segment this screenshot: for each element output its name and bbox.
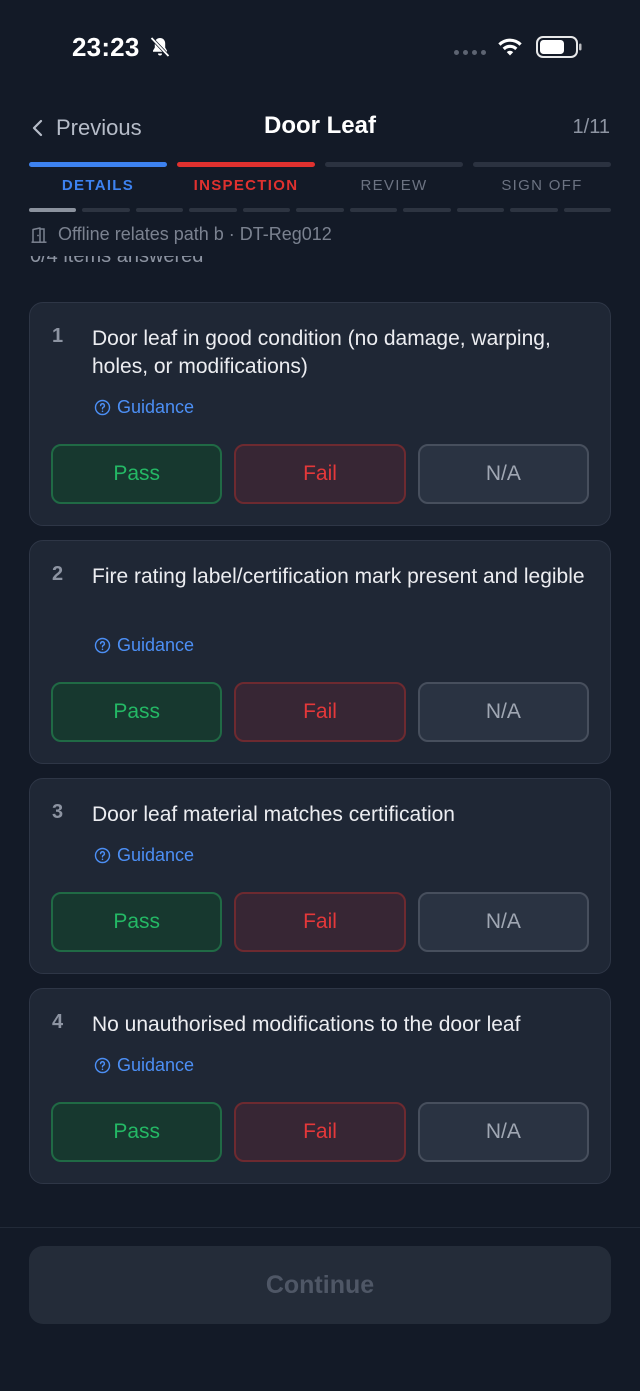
na-button[interactable]: N/A — [417, 444, 589, 504]
guidance-label: Guidance — [117, 845, 195, 865]
fail-button[interactable]: Fail — [234, 892, 406, 952]
item-text: Fire rating label/certification mark pre… — [92, 565, 585, 588]
fail-button[interactable]: Fail — [234, 682, 406, 742]
tab-sign-off[interactable]: SIGN OFF — [473, 162, 611, 194]
guidance-link[interactable]: Guidance — [94, 1055, 194, 1076]
progress-segment — [135, 208, 184, 212]
na-button[interactable]: N/A — [417, 1102, 589, 1162]
checklist-item: 2 Fire rating label/certification mark p… — [29, 540, 611, 764]
answer-buttons: Pass Fail N/A — [51, 892, 589, 952]
item-number: 4 — [52, 1011, 64, 1033]
continue-button[interactable]: Continue — [29, 1246, 611, 1324]
pass-button[interactable]: Pass — [51, 892, 223, 952]
location-text: Offline relates path b · DT-Reg012 — [58, 224, 332, 244]
pass-button[interactable]: Pass — [51, 444, 223, 504]
progress-segment — [29, 208, 77, 212]
checklist-item: 1 Door leaf in good condition (no damage… — [29, 302, 611, 526]
page-title: Door Leaf — [263, 112, 376, 139]
door-icon — [31, 226, 47, 243]
wifi-icon — [498, 38, 522, 56]
status-bar: 23:23 — [0, 0, 640, 95]
item-number: 1 — [52, 325, 64, 347]
guidance-link[interactable]: Guidance — [94, 845, 194, 866]
tab-review-label: REVIEW — [360, 177, 428, 194]
answer-buttons: Pass Fail N/A — [51, 1102, 589, 1162]
tab-sign-off-label: SIGN OFF — [501, 177, 583, 194]
section-progress — [29, 208, 611, 212]
progress-segment — [189, 208, 237, 212]
location-line: Offline relates path b · DT-Reg012 — [30, 224, 332, 245]
fail-button[interactable]: Fail — [234, 444, 406, 504]
page-counter: 1/11 — [572, 116, 610, 138]
help-circle-icon — [94, 847, 111, 864]
footer-bar: Continue — [0, 1227, 640, 1391]
fail-button[interactable]: Fail — [234, 1102, 406, 1162]
progress-segment — [456, 208, 505, 212]
guidance-link[interactable]: Guidance — [94, 635, 194, 656]
tab-details-label: DETAILS — [61, 177, 135, 194]
help-circle-icon — [94, 1057, 111, 1074]
guidance-label: Guidance — [117, 397, 195, 417]
tab-inspection-label: INSPECTION — [193, 177, 299, 194]
progress-segment — [510, 208, 558, 212]
tab-details[interactable]: DETAILS — [29, 162, 167, 194]
tab-review-indicator — [325, 162, 463, 167]
status-time: 23:23 — [72, 32, 140, 62]
progress-segment — [296, 208, 344, 212]
help-circle-icon — [94, 399, 111, 416]
progress-segment — [349, 208, 398, 212]
app-screen: 23:23 Previous Door Leaf 1/11 DETAILS IN… — [0, 0, 640, 1391]
cellular-signal-icon — [454, 50, 486, 55]
na-button[interactable]: N/A — [417, 682, 589, 742]
bell-off-icon — [150, 36, 170, 58]
battery-icon — [536, 36, 582, 58]
tab-details-indicator — [29, 162, 167, 167]
item-text: No unauthorised modifications to the doo… — [92, 1013, 521, 1036]
tab-review[interactable]: REVIEW — [325, 162, 463, 194]
checklist-item: 3 Door leaf material matches certificati… — [29, 778, 611, 974]
na-button[interactable]: N/A — [417, 892, 589, 952]
checklist-scroll[interactable]: 0/4 items answered 1 Door leaf in good c… — [0, 256, 640, 1228]
item-text: Door leaf in good condition (no damage, … — [92, 327, 551, 378]
answer-buttons: Pass Fail N/A — [51, 682, 589, 742]
item-number: 2 — [52, 563, 64, 585]
pass-button[interactable]: Pass — [51, 1102, 223, 1162]
tab-sign-off-indicator — [473, 162, 611, 167]
guidance-label: Guidance — [117, 1055, 195, 1075]
nav-header: Previous Door Leaf 1/11 — [0, 100, 640, 156]
item-number: 3 — [52, 801, 64, 823]
item-text: Door leaf material matches certification — [92, 803, 455, 826]
tab-inspection[interactable]: INSPECTION — [177, 162, 315, 194]
tab-inspection-indicator — [177, 162, 315, 167]
help-circle-icon — [94, 637, 111, 654]
pass-button[interactable]: Pass — [51, 682, 223, 742]
progress-segment — [82, 208, 130, 212]
progress-segment — [563, 208, 611, 212]
checklist-item: 4 No unauthorised modifications to the d… — [29, 988, 611, 1184]
answered-count-wrap: 0/4 items answered — [0, 256, 640, 276]
step-tabs: DETAILS INSPECTION REVIEW SIGN OFF — [29, 162, 611, 194]
progress-segment — [242, 208, 291, 212]
guidance-link[interactable]: Guidance — [94, 397, 194, 418]
answer-buttons: Pass Fail N/A — [51, 444, 589, 504]
guidance-label: Guidance — [117, 635, 195, 655]
answered-count: 0/4 items answered — [30, 256, 204, 267]
progress-segment — [403, 208, 451, 212]
